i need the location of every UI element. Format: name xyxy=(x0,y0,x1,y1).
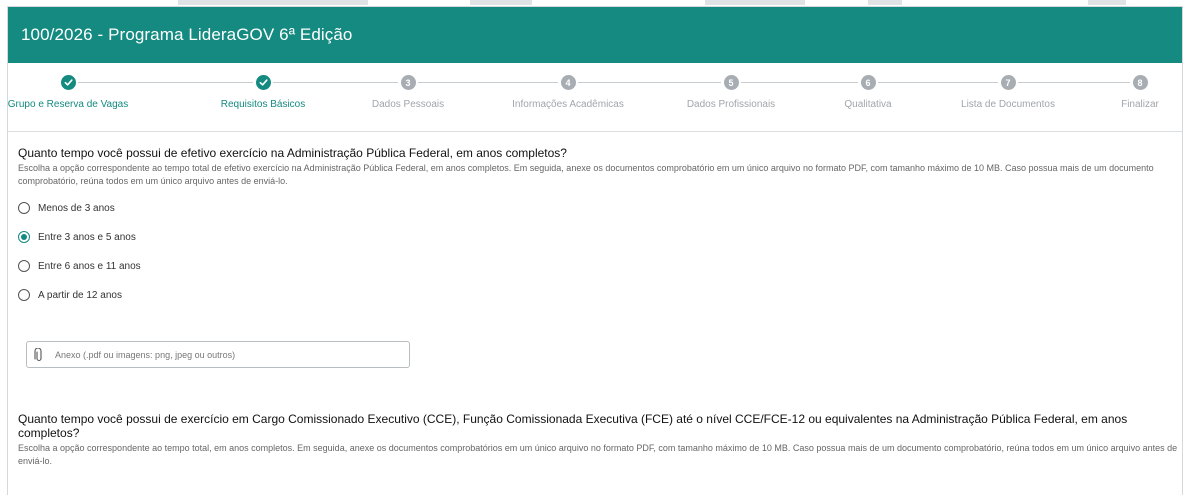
strip-segment xyxy=(705,0,805,5)
page-title: 100/2026 - Programa LideraGOV 6ª Edição xyxy=(21,25,353,44)
step-number: 4 xyxy=(560,75,576,90)
question-description: Escolha a opção correspondente ao tempo … xyxy=(18,443,1178,466)
step-number: 5 xyxy=(723,75,739,90)
radio-label: Entre 6 anos e 11 anos xyxy=(38,260,141,272)
step-number: 7 xyxy=(1000,75,1016,90)
radio-group: Menos de 3 anos Entre 3 anos e 5 anos Entr… xyxy=(18,198,1182,305)
attachment-placeholder: Anexo (.pdf ou imagens: png, jpeg ou out… xyxy=(55,349,236,360)
radio-label: Menos de 3 anos xyxy=(38,202,115,214)
form-panel: 100/2026 - Programa LideraGOV 6ª Edição … xyxy=(7,6,1183,495)
check-icon xyxy=(60,75,76,90)
step-item[interactable]: Requisitos Básicos xyxy=(193,75,333,110)
step-label: Lista de Documentos xyxy=(961,99,1055,110)
step-connector xyxy=(878,82,998,83)
radio-option[interactable]: Entre 6 anos e 11 anos xyxy=(18,256,1182,276)
question-title: Quanto tempo você possui de efetivo exer… xyxy=(18,146,567,160)
step-item[interactable]: 7 Lista de Documentos xyxy=(938,75,1078,110)
strip-segment xyxy=(1088,0,1126,5)
radio-option[interactable]: A partir de 12 anos xyxy=(18,285,1182,305)
step-item[interactable]: Grupo e Reserva de Vagas xyxy=(0,75,138,110)
step-number: 3 xyxy=(400,75,416,90)
step-item[interactable]: 8 Finalizar xyxy=(1070,75,1187,110)
attachment-field[interactable]: Anexo (.pdf ou imagens: png, jpeg ou out… xyxy=(26,341,410,368)
check-icon xyxy=(255,75,271,90)
paperclip-icon xyxy=(34,347,46,362)
step-connector xyxy=(1018,82,1130,83)
question-block: Quanto tempo você possui de exercício em… xyxy=(18,412,1182,468)
radio-button[interactable] xyxy=(18,231,30,243)
strip-segment xyxy=(470,0,532,5)
step-connector xyxy=(78,82,253,83)
step-item[interactable]: 5 Dados Profissionais xyxy=(661,75,801,110)
step-label: Informações Acadêmicas xyxy=(512,99,624,110)
question-title: Quanto tempo você possui de exercício em… xyxy=(18,412,1128,440)
step-connector xyxy=(273,82,398,83)
step-label: Grupo e Reserva de Vagas xyxy=(7,99,129,110)
step-item[interactable]: 3 Dados Pessoais xyxy=(338,75,478,110)
question-block: Quanto tempo você possui de efetivo exer… xyxy=(18,146,1182,368)
step-number: 8 xyxy=(1132,75,1148,90)
step-item[interactable]: 6 Qualitativa xyxy=(798,75,938,110)
progress-stepper: Grupo e Reserva de Vagas Requisitos Básic… xyxy=(8,63,1182,132)
strip-segment xyxy=(178,0,368,5)
step-label: Qualitativa xyxy=(844,99,892,110)
radio-label: Entre 3 anos e 5 anos xyxy=(38,231,136,243)
step-number: 6 xyxy=(860,75,876,90)
strip-segment xyxy=(868,0,902,5)
question-description: Escolha a opção correspondente ao tempo … xyxy=(18,163,1154,186)
radio-button[interactable] xyxy=(18,202,30,214)
radio-label: A partir de 12 anos xyxy=(38,289,122,301)
radio-button[interactable] xyxy=(18,289,30,301)
step-connector xyxy=(578,82,721,83)
radio-selected-dot xyxy=(21,234,27,240)
page-header: 100/2026 - Programa LideraGOV 6ª Edição xyxy=(8,7,1182,63)
radio-button[interactable] xyxy=(18,260,30,272)
step-label: Finalizar xyxy=(1121,99,1159,110)
step-label: Dados Profissionais xyxy=(686,99,776,110)
step-label: Dados Pessoais xyxy=(371,99,445,110)
step-connector xyxy=(418,82,558,83)
radio-option[interactable]: Menos de 3 anos xyxy=(18,198,1182,218)
radio-option[interactable]: Entre 3 anos e 5 anos xyxy=(18,227,1182,247)
step-label: Requisitos Básicos xyxy=(220,99,306,110)
form-content: Quanto tempo você possui de efetivo exer… xyxy=(8,132,1182,468)
step-connector xyxy=(741,82,858,83)
step-item[interactable]: 4 Informações Acadêmicas xyxy=(498,75,638,110)
